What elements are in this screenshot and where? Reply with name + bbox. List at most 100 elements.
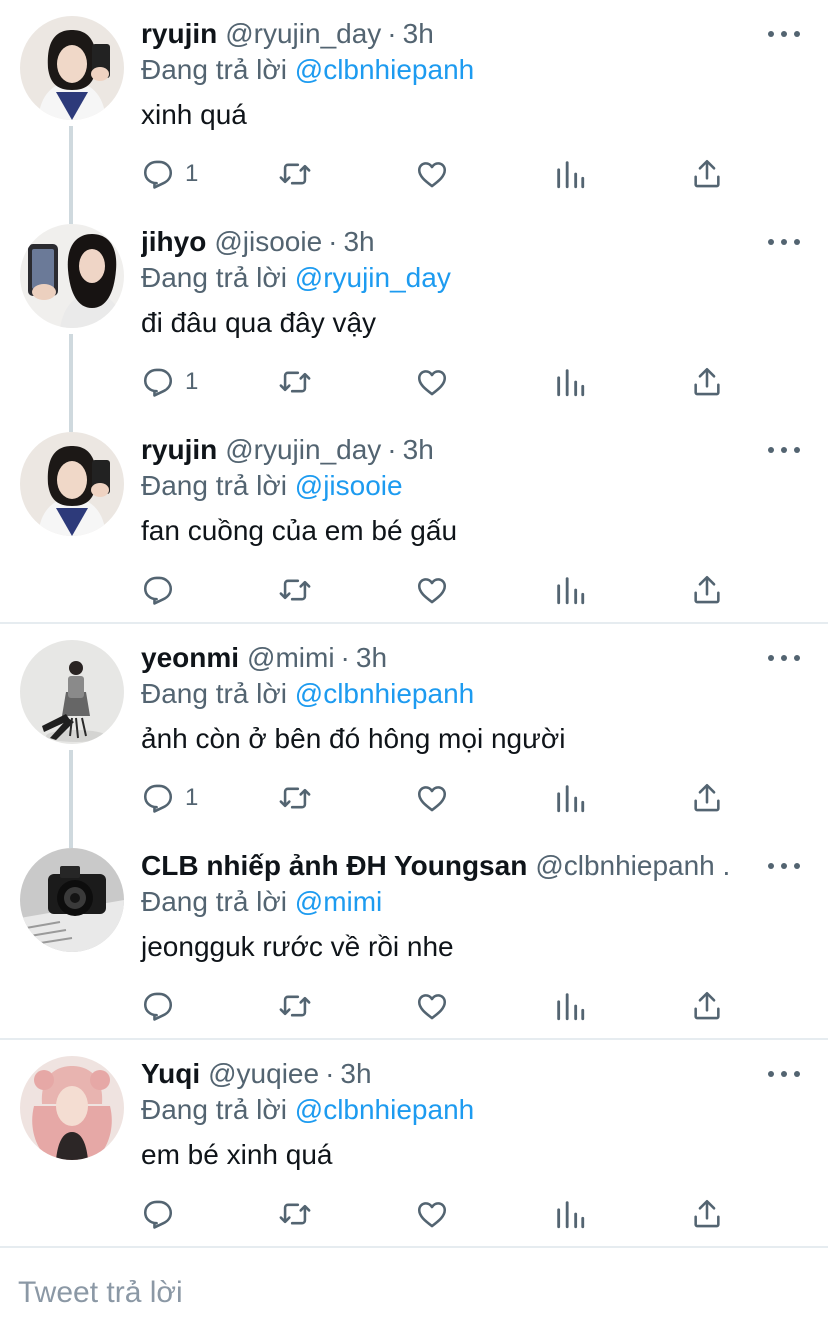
share-button[interactable] bbox=[690, 156, 724, 192]
reply-button[interactable] bbox=[141, 988, 185, 1024]
more-options-icon[interactable] bbox=[764, 22, 804, 46]
like-button[interactable] bbox=[415, 780, 449, 816]
reply-icon bbox=[141, 781, 175, 815]
separator-dot: · bbox=[340, 642, 350, 673]
analytics-icon bbox=[553, 781, 587, 815]
share-button[interactable] bbox=[690, 780, 724, 816]
more-options-icon[interactable] bbox=[764, 1062, 804, 1086]
heart-icon bbox=[415, 1197, 449, 1231]
tweet[interactable]: yeonmi @mimi · 3h Đang trả lời @clbnhiepanh… bbox=[0, 624, 828, 832]
share-button[interactable] bbox=[690, 572, 724, 608]
share-icon bbox=[690, 157, 724, 191]
reply-button[interactable]: 1 bbox=[141, 364, 198, 400]
tweet-header: jihyo @jisooie · 3h bbox=[141, 224, 732, 260]
reply-count: 1 bbox=[185, 784, 199, 811]
avatar[interactable] bbox=[20, 848, 124, 952]
timestamp[interactable]: 3h bbox=[403, 434, 434, 465]
tweet-text: xinh quá bbox=[141, 99, 247, 130]
like-button[interactable] bbox=[415, 988, 449, 1024]
separator-dot: · bbox=[328, 226, 338, 257]
analytics-button[interactable] bbox=[553, 780, 587, 816]
username[interactable]: @yuqiee bbox=[208, 1058, 319, 1089]
analytics-icon bbox=[553, 573, 587, 607]
timestamp[interactable]: 3h bbox=[340, 1058, 371, 1089]
replying-to-label: Đang trả lời bbox=[141, 886, 287, 917]
tweet-text: fan cuồng của em bé gấu bbox=[141, 515, 458, 546]
share-icon bbox=[690, 365, 724, 399]
mention-link[interactable]: @clbnhiepanh bbox=[295, 54, 474, 85]
analytics-button[interactable] bbox=[553, 156, 587, 192]
mention-link[interactable]: @clbnhiepanh bbox=[295, 1094, 474, 1125]
avatar[interactable] bbox=[20, 224, 124, 328]
reply-button[interactable]: 1 bbox=[141, 780, 198, 816]
retweet-button[interactable] bbox=[278, 364, 312, 400]
tweet[interactable]: ryujin @ryujin_day · 3h Đang trả lời @clbnh… bbox=[0, 0, 828, 208]
display-name[interactable]: yeonmi bbox=[141, 642, 239, 673]
avatar[interactable] bbox=[20, 640, 124, 744]
share-button[interactable] bbox=[690, 364, 724, 400]
tweet-header: yeonmi @mimi · 3h bbox=[141, 640, 732, 676]
share-button[interactable] bbox=[690, 1196, 724, 1232]
tweet-header: Yuqi @yuqiee · 3h bbox=[141, 1056, 732, 1092]
more-options-icon[interactable] bbox=[764, 230, 804, 254]
username[interactable]: @ryujin_day bbox=[225, 18, 381, 49]
like-button[interactable] bbox=[415, 572, 449, 608]
tweet[interactable]: CLB nhiếp ảnh ĐH Youngsan @clbnhiepanh ..… bbox=[0, 832, 828, 1040]
like-button[interactable] bbox=[415, 1196, 449, 1232]
share-button[interactable] bbox=[690, 988, 724, 1024]
display-name[interactable]: jihyo bbox=[141, 226, 206, 257]
analytics-icon bbox=[553, 1197, 587, 1231]
more-options-icon[interactable] bbox=[764, 854, 804, 878]
retweet-button[interactable] bbox=[278, 572, 312, 608]
username[interactable]: @mimi bbox=[247, 642, 335, 673]
avatar[interactable] bbox=[20, 1056, 124, 1160]
reply-button[interactable] bbox=[141, 1196, 185, 1232]
display-name[interactable]: CLB nhiếp ảnh ĐH Youngsan bbox=[141, 850, 527, 881]
replying-to: Đang trả lời @clbnhiepanh bbox=[141, 676, 474, 712]
mention-link[interactable]: @mimi bbox=[295, 886, 383, 917]
analytics-button[interactable] bbox=[553, 988, 587, 1024]
heart-icon bbox=[415, 365, 449, 399]
display-name[interactable]: ryujin bbox=[141, 434, 217, 465]
username[interactable]: @jisooie bbox=[214, 226, 322, 257]
retweet-button[interactable] bbox=[278, 780, 312, 816]
like-button[interactable] bbox=[415, 364, 449, 400]
mention-link[interactable]: @jisooie bbox=[295, 470, 403, 501]
more-options-icon[interactable] bbox=[764, 438, 804, 462]
reply-icon bbox=[141, 573, 175, 607]
analytics-button[interactable] bbox=[553, 1196, 587, 1232]
replying-to-label: Đang trả lời bbox=[141, 1094, 287, 1125]
timestamp[interactable]: 3h bbox=[356, 642, 387, 673]
mention-link[interactable]: @ryujin_day bbox=[295, 262, 451, 293]
avatar[interactable] bbox=[20, 432, 124, 536]
tweet[interactable]: Yuqi @yuqiee · 3h Đang trả lời @clbnhiepanh… bbox=[0, 1040, 828, 1248]
retweet-button[interactable] bbox=[278, 1196, 312, 1232]
heart-icon bbox=[415, 781, 449, 815]
tweet[interactable]: jihyo @jisooie · 3h Đang trả lời @ryujin_da… bbox=[0, 208, 828, 416]
retweet-button[interactable] bbox=[278, 988, 312, 1024]
tweet-text: em bé xinh quá bbox=[141, 1139, 333, 1170]
avatar[interactable] bbox=[20, 16, 124, 120]
timestamp[interactable]: 3h bbox=[343, 226, 374, 257]
retweet-button[interactable] bbox=[278, 156, 312, 192]
reply-count: 1 bbox=[185, 160, 199, 187]
display-name[interactable]: Yuqi bbox=[141, 1058, 200, 1089]
mention-link[interactable]: @clbnhiepanh bbox=[295, 678, 474, 709]
analytics-button[interactable] bbox=[553, 364, 587, 400]
reply-button[interactable] bbox=[141, 572, 185, 608]
replying-to-label: Đang trả lời bbox=[141, 262, 287, 293]
more-options-icon[interactable] bbox=[764, 646, 804, 670]
separator-dot: · bbox=[325, 1058, 335, 1089]
tweet[interactable]: ryujin @ryujin_day · 3h Đang trả lời @jisoo… bbox=[0, 416, 828, 624]
username[interactable]: @ryujin_day bbox=[225, 434, 381, 465]
timestamp[interactable]: 3h bbox=[403, 18, 434, 49]
replying-to-label: Đang trả lời bbox=[141, 54, 287, 85]
reply-button[interactable]: 1 bbox=[141, 156, 198, 192]
like-button[interactable] bbox=[415, 156, 449, 192]
username[interactable]: @clbnhiepanh ... bbox=[535, 850, 732, 881]
analytics-button[interactable] bbox=[553, 572, 587, 608]
reply-count: 1 bbox=[185, 368, 199, 395]
reply-compose-input[interactable]: Tweet trả lời bbox=[18, 1276, 183, 1310]
retweet-icon bbox=[278, 781, 312, 815]
display-name[interactable]: ryujin bbox=[141, 18, 217, 49]
